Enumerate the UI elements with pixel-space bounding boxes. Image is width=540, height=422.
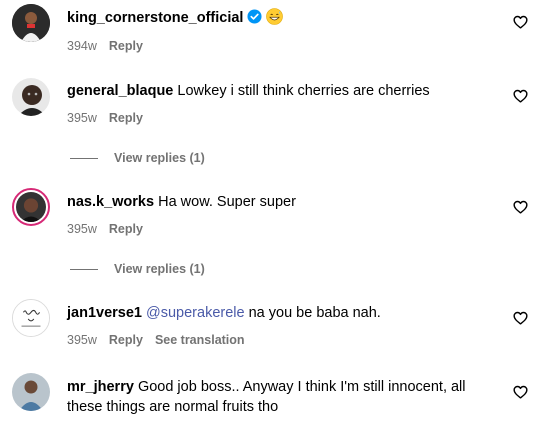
comment-username[interactable]: nas.k_works bbox=[67, 194, 154, 210]
comment-meta: 395w Reply bbox=[67, 221, 155, 237]
comment-body: king_cornerstone_official bbox=[67, 8, 497, 28]
avatar-image bbox=[13, 300, 49, 336]
like-heart-icon[interactable] bbox=[513, 311, 528, 325]
reply-button[interactable]: Reply bbox=[109, 111, 143, 125]
comment-body: nas.k_works Ha wow. Super super bbox=[67, 192, 497, 212]
comment-body: jan1verse1 @superakerele na you be baba … bbox=[67, 303, 497, 323]
mention-link[interactable]: @superakerele bbox=[146, 305, 245, 321]
comment-meta: 394w Reply bbox=[67, 38, 155, 54]
grinning-sweat-emoji-icon bbox=[266, 8, 284, 25]
avatar[interactable] bbox=[12, 373, 50, 411]
view-replies-label: View replies (1) bbox=[114, 262, 205, 276]
reply-button[interactable]: Reply bbox=[109, 222, 143, 236]
view-replies-label: View replies (1) bbox=[114, 151, 205, 165]
avatar-image bbox=[16, 192, 46, 222]
comment-body: general_blaque Lowkey i still think cher… bbox=[67, 81, 497, 101]
avatar-image bbox=[12, 373, 50, 411]
comment-text: Ha wow. Super super bbox=[158, 194, 296, 210]
verified-badge-icon bbox=[247, 9, 262, 24]
avatar-image bbox=[12, 78, 50, 116]
comment-text: na you be baba nah. bbox=[248, 305, 381, 321]
comment-time: 394w bbox=[67, 39, 97, 53]
comment-time: 395w bbox=[67, 333, 97, 347]
comment-username[interactable]: mr_jherry bbox=[67, 379, 134, 395]
view-replies-button[interactable]: View replies (1) bbox=[70, 261, 205, 277]
reply-button[interactable]: Reply bbox=[109, 39, 143, 53]
reply-button[interactable]: Reply bbox=[109, 333, 143, 347]
replies-divider-line bbox=[70, 158, 98, 160]
avatar[interactable] bbox=[12, 4, 50, 42]
comment-text: Lowkey i still think cherries are cherri… bbox=[177, 83, 430, 99]
like-heart-icon[interactable] bbox=[513, 385, 528, 399]
comment-body: mr_jherry Good job boss.. Anyway I think… bbox=[67, 377, 497, 417]
avatar-image bbox=[12, 4, 50, 42]
comment-time: 395w bbox=[67, 111, 97, 125]
see-translation-button[interactable]: See translation bbox=[155, 333, 245, 347]
comment-username[interactable]: general_blaque bbox=[67, 83, 173, 99]
like-heart-icon[interactable] bbox=[513, 89, 528, 103]
avatar[interactable] bbox=[12, 78, 50, 116]
avatar[interactable] bbox=[12, 188, 50, 226]
avatar[interactable] bbox=[12, 299, 50, 337]
like-heart-icon[interactable] bbox=[513, 15, 528, 29]
view-replies-button[interactable]: View replies (1) bbox=[70, 150, 205, 166]
comment-username[interactable]: king_cornerstone_official bbox=[67, 10, 243, 26]
comment-meta: 395w Reply See translation bbox=[67, 332, 257, 348]
comment-time: 395w bbox=[67, 222, 97, 236]
like-heart-icon[interactable] bbox=[513, 200, 528, 214]
comment-meta: 395w Reply bbox=[67, 110, 155, 126]
replies-divider-line bbox=[70, 269, 98, 271]
comment-username[interactable]: jan1verse1 bbox=[67, 305, 142, 321]
